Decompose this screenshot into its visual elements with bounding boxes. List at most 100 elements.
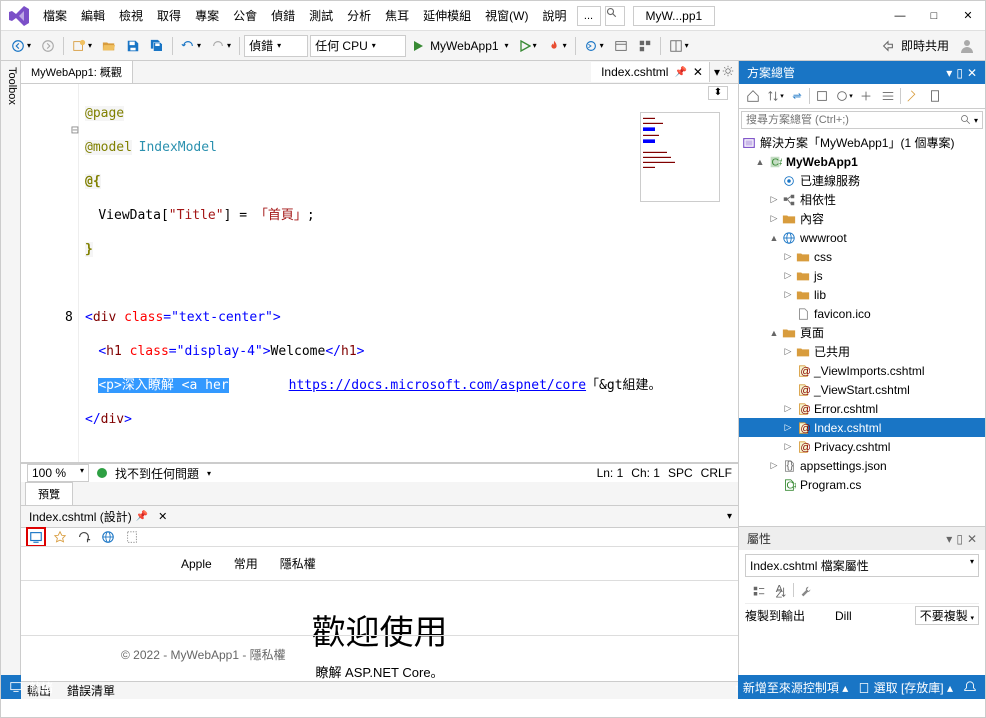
save-button[interactable] (122, 36, 144, 56)
pin-icon[interactable]: 📌 (136, 511, 148, 522)
close-button[interactable]: ✕ (951, 5, 985, 27)
panel-dropdown-icon[interactable]: ▾ (946, 66, 952, 80)
expand-icon[interactable]: ▲ (767, 328, 781, 338)
menu-編輯[interactable]: 編輯 (75, 3, 111, 28)
browser-link-button[interactable]: ▾ (580, 36, 608, 56)
tree-node[interactable]: ▷已共用 (739, 342, 985, 361)
tree-node[interactable]: ▲wwwroot (739, 228, 985, 247)
nav-link[interactable]: 隱私權 (280, 555, 316, 572)
property-subject[interactable]: Index.cshtml 檔案屬性▾ (745, 554, 979, 577)
menu-偵錯[interactable]: 偵錯 (265, 3, 301, 28)
redo-button[interactable]: ▾ (207, 36, 235, 56)
tree-root[interactable]: 解決方案「MyWebApp1」(1 個專案) (739, 133, 985, 152)
expand-icon[interactable]: ▲ (753, 157, 767, 167)
css-button[interactable] (51, 528, 69, 546)
titlebar-search[interactable]: ... (577, 6, 601, 26)
preview-tab[interactable]: 預覽 (25, 482, 73, 505)
solution-name[interactable]: MyW...pp1 (633, 6, 716, 26)
scm-button[interactable]: ↑ 新增至來源控制項 ▴ (734, 679, 849, 696)
zoom-combo[interactable]: 100 %▾ (27, 464, 89, 482)
expand-icon[interactable]: ▷ (781, 422, 795, 433)
tab-settings-button[interactable] (722, 65, 734, 80)
se-btn6[interactable] (856, 87, 876, 105)
solution-tree[interactable]: 解決方案「MyWebApp1」(1 個專案) ▲C#MyWebApp1已連線服務… (739, 131, 985, 526)
panel-close-icon[interactable]: ✕ (967, 532, 977, 546)
close-icon[interactable]: ✕ (158, 510, 167, 523)
se-search-input[interactable] (746, 114, 960, 126)
menu-分析[interactable]: 分析 (341, 3, 377, 28)
tree-node[interactable]: favicon.ico (739, 304, 985, 323)
close-icon[interactable]: ✕ (693, 65, 703, 79)
new-project-button[interactable]: ▾ (68, 36, 96, 56)
split-handle[interactable]: ⬍ (708, 86, 728, 100)
menu-公會[interactable]: 公會 (227, 3, 263, 28)
minimize-button[interactable]: — (883, 5, 917, 27)
solution-explorer-search[interactable]: ▾ (741, 111, 983, 129)
panel-dropdown-icon[interactable]: ▾ (946, 532, 952, 546)
tab-overflow-button[interactable]: ▾ (714, 65, 720, 80)
design-tab[interactable]: Index.cshtml (設計) 📌 ✕ (21, 506, 175, 527)
tree-node[interactable]: ▷@Privacy.cshtml (739, 437, 985, 456)
tree-node[interactable]: ▲頁面 (739, 323, 985, 342)
tree-node[interactable]: ▷js (739, 266, 985, 285)
doc-tab-index[interactable]: Index.cshtml📌✕ (591, 62, 710, 82)
prop-value[interactable]: Dill (835, 609, 915, 623)
tree-node[interactable]: ▷內容 (739, 209, 985, 228)
expand-icon[interactable]: ▷ (781, 346, 795, 357)
se-btn5[interactable]: ▾ (834, 87, 854, 105)
live-share-button[interactable]: 即時共用 (877, 34, 953, 57)
menu-測試[interactable]: 測試 (303, 3, 339, 28)
menu-檔案[interactable]: 檔案 (37, 3, 73, 28)
se-sync-button[interactable] (787, 87, 807, 105)
bell-icon[interactable] (963, 680, 977, 694)
expand-icon[interactable]: ▷ (767, 213, 781, 224)
se-btn9[interactable] (925, 87, 945, 105)
globe-button[interactable] (99, 528, 117, 546)
se-properties-button[interactable] (903, 87, 923, 105)
menu-說明[interactable]: 說明 (537, 3, 573, 28)
tb-icon-2[interactable] (634, 36, 656, 56)
expand-icon[interactable]: ▷ (781, 251, 795, 262)
prop-option[interactable]: 不要複製 ▾ (915, 606, 979, 625)
alphabetize-button[interactable]: AZ (771, 583, 791, 601)
undo-button[interactable]: ▾ (177, 36, 205, 56)
platform-combo[interactable]: 任何 CPU▾ (310, 35, 406, 57)
refresh-button[interactable] (75, 528, 93, 546)
tree-node[interactable]: ▷@Index.cshtml (739, 418, 985, 437)
tree-node[interactable]: @_ViewImports.cshtml (739, 361, 985, 380)
code-content[interactable]: @page @model IndexModel ⊟@{ ViewData["Ti… (21, 84, 738, 462)
menu-檢視[interactable]: 檢視 (113, 3, 149, 28)
run-no-debug-button[interactable]: ▾ (515, 37, 541, 55)
bottom-tab[interactable]: 錯誤清單 (67, 682, 115, 699)
panel-pin-icon[interactable]: ▯ (956, 532, 963, 546)
property-row[interactable]: 複製到輸出 Dill 不要複製 ▾ (745, 604, 979, 627)
expand-icon[interactable]: ▷ (781, 270, 795, 281)
se-switch-button[interactable]: ▾ (765, 87, 785, 105)
nav-link[interactable]: 常用 (234, 555, 258, 572)
tree-node[interactable]: ▷{}appsettings.json (739, 456, 985, 475)
tree-node[interactable]: ▷相依性 (739, 190, 985, 209)
expand-icon[interactable]: ▷ (767, 194, 781, 205)
open-button[interactable] (98, 36, 120, 56)
forward-button[interactable] (37, 36, 59, 56)
tree-node[interactable]: ▷css (739, 247, 985, 266)
tree-node[interactable]: ▲C#MyWebApp1 (739, 152, 985, 171)
tree-node[interactable]: ▷@Error.cshtml (739, 399, 985, 418)
configuration-combo[interactable]: 偵錯▾ (244, 35, 308, 57)
hot-reload-button[interactable]: ▾ (543, 36, 571, 56)
toolbox-tab[interactable]: Toolbox (1, 61, 21, 675)
expand-icon[interactable]: ▷ (781, 289, 795, 300)
issues-indicator-icon[interactable] (97, 468, 107, 478)
se-btn4[interactable] (812, 87, 832, 105)
expand-icon[interactable]: ▷ (781, 403, 795, 414)
save-all-button[interactable] (146, 36, 168, 56)
tb-icon-1[interactable] (610, 36, 632, 56)
menu-視窗(W)[interactable]: 視窗(W) (479, 3, 534, 28)
tree-node[interactable]: C#Program.cs (739, 475, 985, 494)
se-home-button[interactable] (743, 87, 763, 105)
menu-焦耳[interactable]: 焦耳 (379, 3, 415, 28)
pin-icon[interactable]: 📌 (674, 67, 686, 78)
menu-延伸模組[interactable]: 延伸模組 (417, 3, 477, 28)
run-button[interactable]: MyWebApp1▾ (408, 36, 513, 56)
code-editor[interactable]: ⬍ ▬▬▬▬▬▬▬▬▬▬▬▬▬▬▬▬▬▬▬▬▬▬▬▬▬▬▬▬▬▬▬▬▬▬▬▬▬▬… (21, 84, 738, 463)
